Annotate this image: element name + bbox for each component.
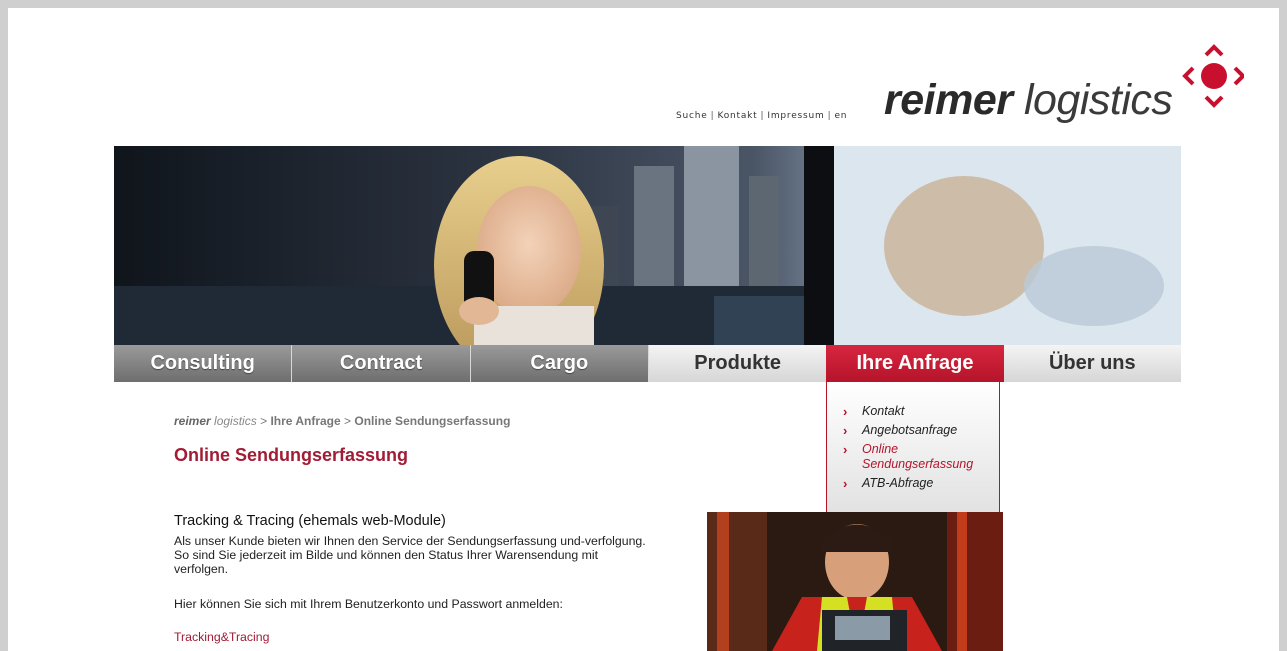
nav-cargo[interactable]: Cargo (470, 345, 649, 382)
nav-produkte[interactable]: Produkte (648, 345, 827, 382)
link-language-en[interactable]: en (834, 111, 847, 121)
breadcrumb-separator: > (260, 414, 268, 428)
page-title: Online Sendungserfassung (174, 445, 409, 465)
link-contact[interactable]: Kontakt (717, 111, 757, 121)
breadcrumb: reimer logistics > Ihre Anfrage > Online… (174, 414, 510, 428)
worker-photo (707, 512, 1003, 651)
submenu-item-label: ATB-Abfrage (862, 476, 934, 490)
logo[interactable]: reimer logistics (884, 76, 1173, 125)
nav-ihre-anfrage[interactable]: Ihre Anfrage (826, 345, 1004, 382)
submenu-item-kontakt[interactable]: › Kontakt (827, 404, 999, 419)
breadcrumb-separator: > (344, 414, 352, 428)
hero-image (114, 146, 1181, 346)
intro-paragraph: Als unser Kunde bieten wir Ihnen den Ser… (174, 534, 646, 576)
submenu-item-angebotsanfrage[interactable]: › Angebotsanfrage (827, 423, 999, 438)
login-hint-paragraph: Hier können Sie sich mit Ihrem Benutzerk… (174, 597, 563, 611)
submenu-item-label: Kontakt (862, 404, 905, 418)
breadcrumb-parent[interactable]: Ihre Anfrage (270, 414, 340, 428)
red-dot-with-arrows-icon (1182, 44, 1244, 108)
chevron-right-icon: › (843, 442, 848, 457)
tracking-tracing-link[interactable]: Tracking&Tracing (174, 630, 269, 644)
main-nav: Consulting Contract Cargo Produkte Ihre … (114, 345, 1181, 382)
chevron-right-icon: › (843, 423, 848, 438)
submenu-ihre-anfrage: › Kontakt › Angebotsanfrage › Online Sendun… (826, 382, 1000, 530)
breadcrumb-brand-light: logistics (214, 414, 257, 428)
section-title: Tracking & Tracing (ehemals web-Module) (174, 513, 446, 529)
logo-bold: reimer (884, 76, 1013, 124)
separator: | (760, 111, 765, 121)
nav-consulting[interactable]: Consulting (114, 345, 293, 382)
breadcrumb-current: Online Sendungserfassung (354, 414, 511, 428)
top-links: Suche | Kontakt | Impressum | en (676, 111, 847, 121)
submenu-item-online-sendungserfassung[interactable]: › Online Sendungserfassung (827, 442, 999, 472)
nav-ueber-uns[interactable]: Über uns (1003, 345, 1181, 382)
link-imprint[interactable]: Impressum (767, 111, 824, 121)
submenu-item-label: Online Sendungserfassung (862, 442, 974, 471)
submenu-item-atb-abfrage[interactable]: › ATB-Abfrage (827, 476, 999, 491)
chevron-right-icon: › (843, 476, 848, 491)
link-search[interactable]: Suche (676, 111, 708, 121)
nav-contract[interactable]: Contract (292, 345, 471, 382)
submenu-item-label: Angebotsanfrage (862, 423, 958, 437)
chevron-right-icon: › (843, 404, 848, 419)
separator: | (710, 111, 715, 121)
logo-light: logistics (1023, 76, 1173, 124)
breadcrumb-home[interactable]: reimer logistics (174, 414, 257, 428)
separator: | (827, 111, 832, 121)
breadcrumb-brand-bold: reimer (174, 414, 211, 428)
page: Suche | Kontakt | Impressum | en reimer logist… (8, 8, 1279, 651)
